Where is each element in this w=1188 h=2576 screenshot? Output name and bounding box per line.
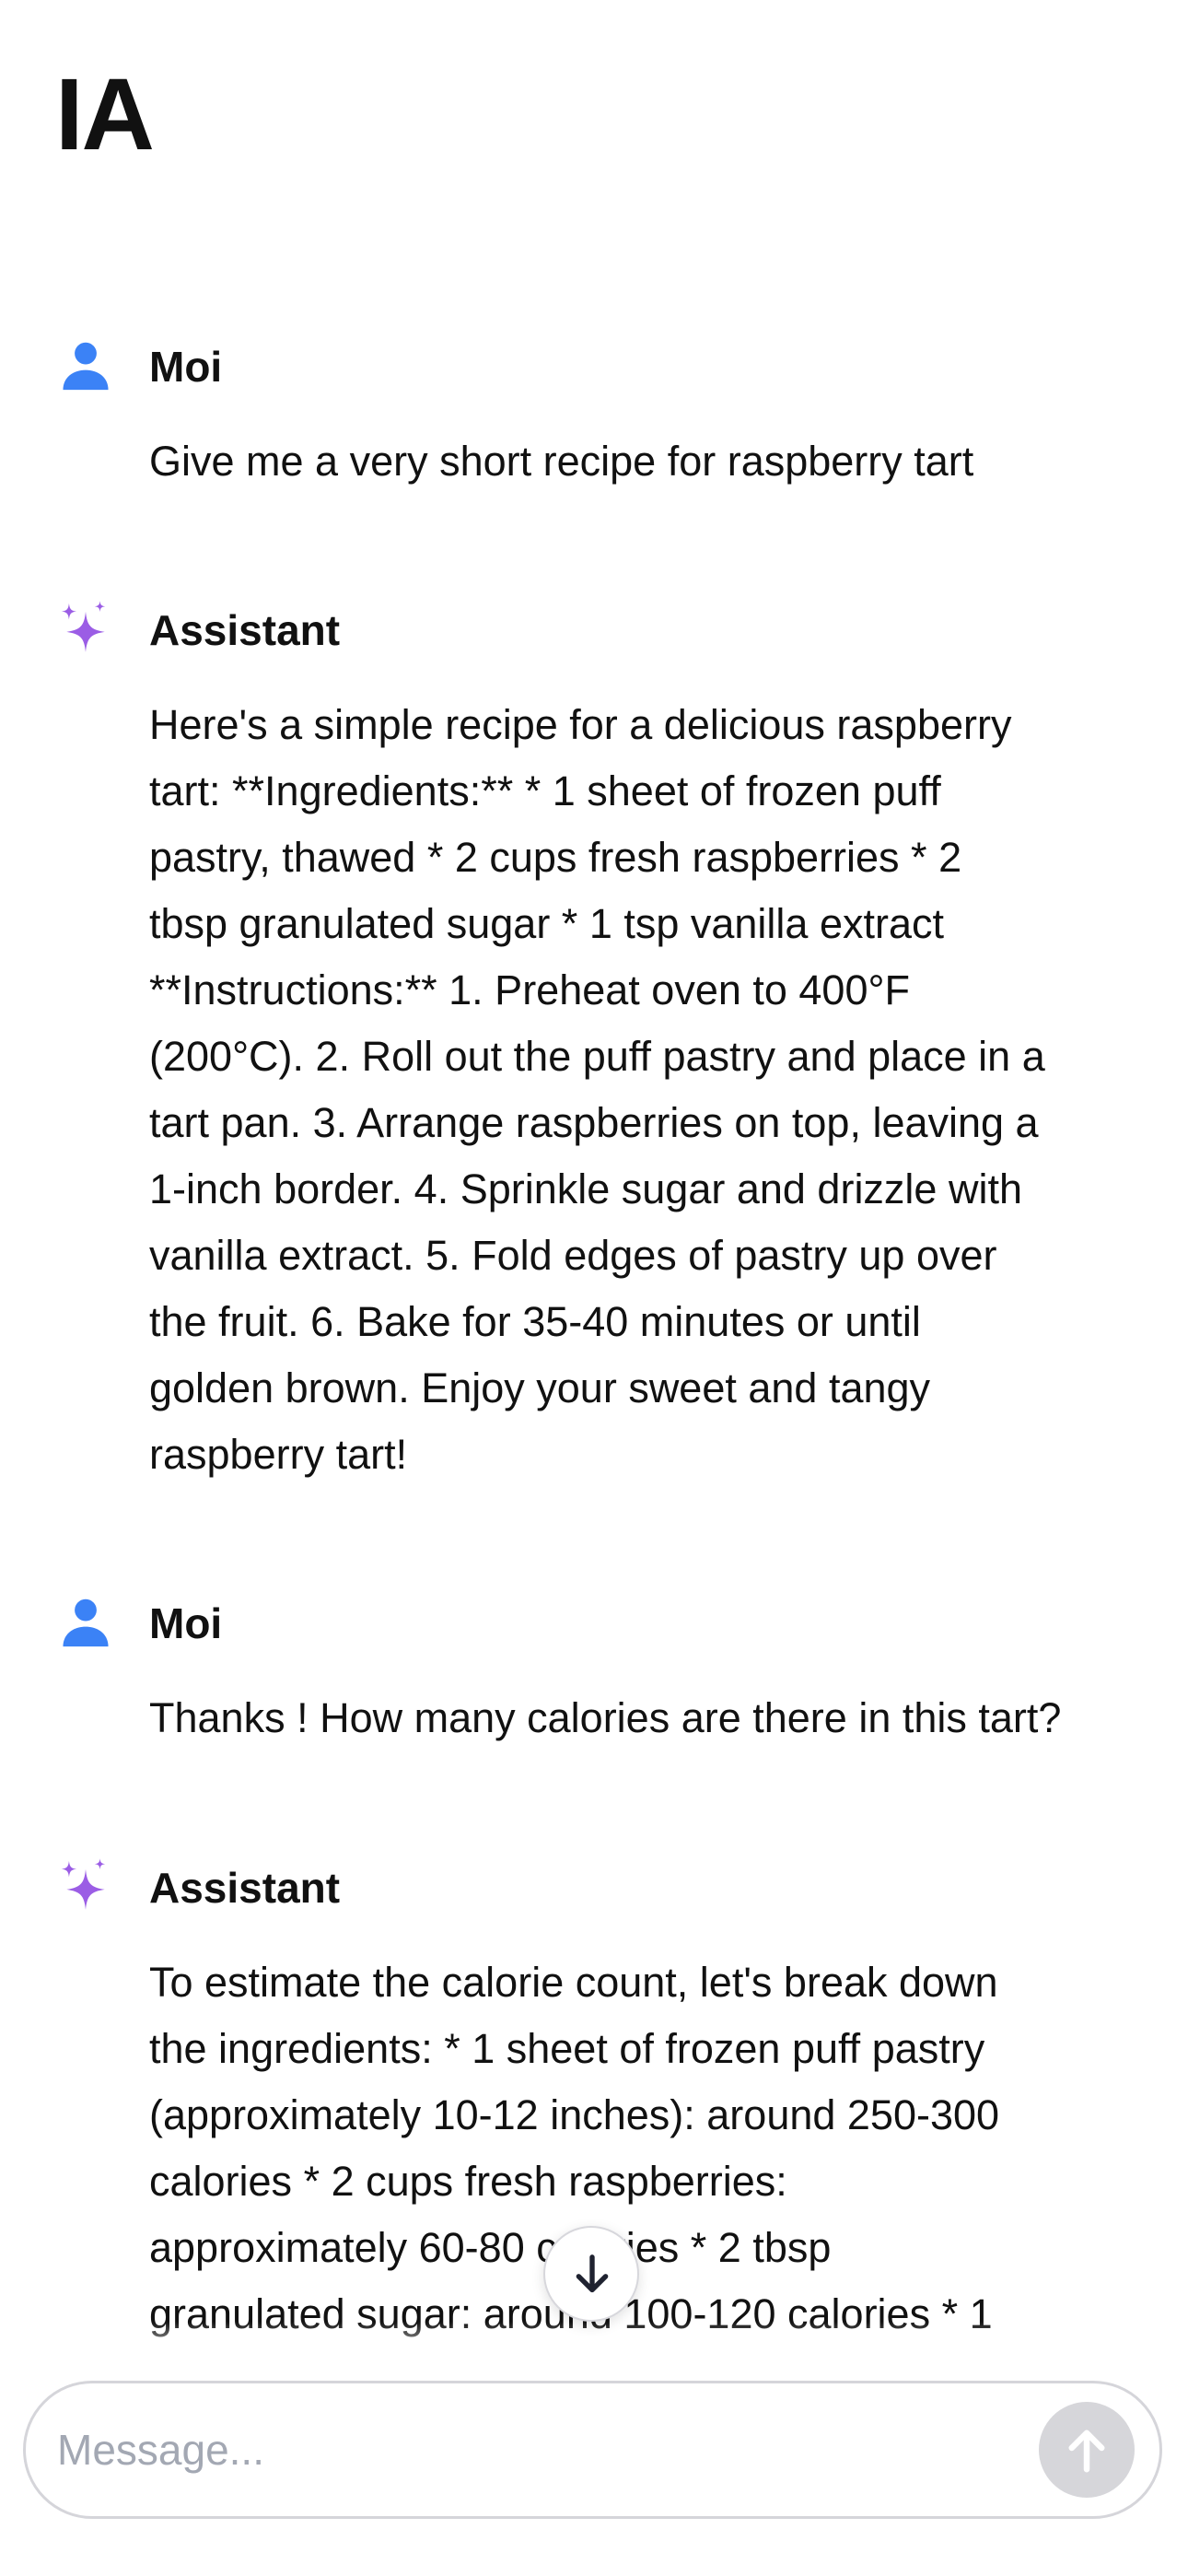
sparkle-icon	[57, 600, 114, 657]
message-text: Give me a very short recipe for raspberr…	[149, 438, 974, 485]
sender-name: Moi	[149, 343, 223, 391]
sender-name: Assistant	[149, 1864, 341, 1912]
message-text: To estimate the calorie count, let's bre…	[149, 1959, 1000, 2337]
sparkle-icon	[57, 1857, 114, 1914]
arrow-down-icon	[576, 2254, 609, 2293]
user-message: Moi Thanks ! How many calories are there…	[0, 1593, 1188, 1741]
user-message: Moi Give me a very short recipe for rasp…	[0, 336, 1188, 485]
assistant-message: Assistant To estimate the calorie count,…	[0, 1857, 1188, 2337]
message-header: Assistant	[0, 1857, 1188, 1931]
arrow-up-icon	[1068, 2430, 1105, 2473]
message-composer	[23, 2381, 1162, 2519]
scroll-to-bottom-button[interactable]	[543, 2226, 639, 2322]
message-header: Assistant	[0, 600, 1188, 673]
message-input[interactable]	[57, 2413, 978, 2487]
message-text: Thanks ! How many calories are there in …	[149, 1694, 1062, 1741]
send-button[interactable]	[1039, 2402, 1135, 2498]
chat-scroll-area[interactable]: IA Moi Give me a very short recipe for r…	[0, 0, 1188, 2363]
sender-name: Assistant	[149, 606, 341, 654]
person-icon	[57, 336, 114, 393]
scroll-fade	[0, 2322, 1188, 2363]
person-icon	[57, 1593, 114, 1650]
message-header: Moi	[0, 336, 1188, 410]
page-title: IA	[55, 58, 155, 171]
assistant-message: Assistant Here's a simple recipe for a d…	[0, 600, 1188, 1478]
message-header: Moi	[0, 1593, 1188, 1667]
sender-name: Moi	[149, 1599, 223, 1647]
message-text: Here's a simple recipe for a delicious r…	[149, 701, 1045, 1478]
